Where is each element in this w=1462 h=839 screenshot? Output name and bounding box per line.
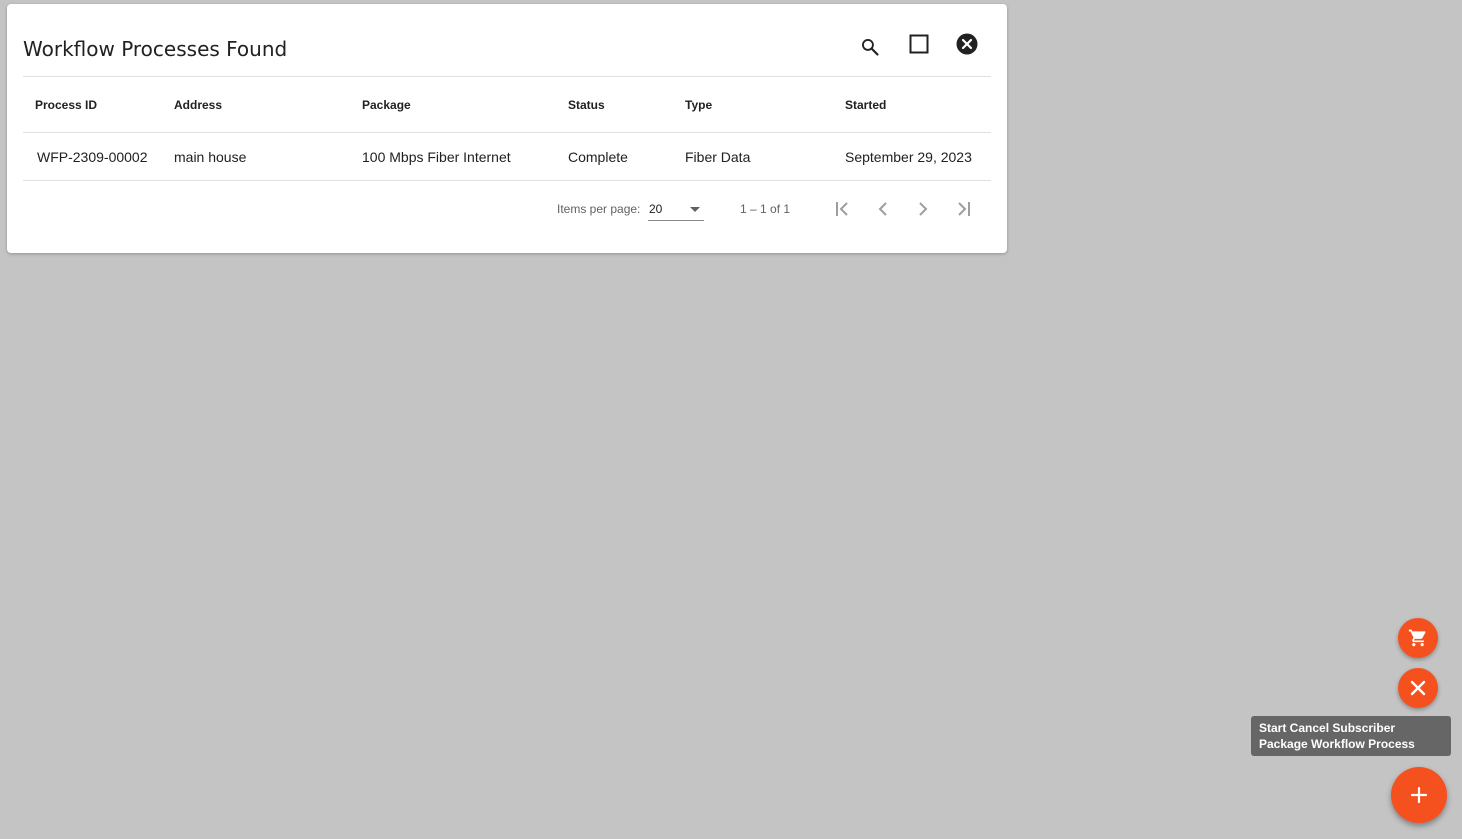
cart-icon bbox=[1408, 629, 1426, 647]
first-page-icon bbox=[836, 202, 848, 216]
tooltip-line-1: Start Cancel Subscriber bbox=[1259, 721, 1396, 735]
plus-icon bbox=[1410, 786, 1428, 804]
cell-process-id: WFP-2309-00002 bbox=[23, 132, 174, 181]
items-per-page-value: 20 bbox=[649, 202, 663, 216]
items-per-page-label: Items per page: bbox=[557, 202, 641, 216]
close-circle-icon bbox=[956, 33, 978, 55]
search-icon bbox=[862, 39, 879, 56]
range-label: 1 – 1 of 1 bbox=[740, 202, 791, 216]
dropdown-arrow-icon bbox=[690, 207, 700, 212]
last-page-icon bbox=[958, 202, 970, 216]
column-header-address[interactable]: Address bbox=[174, 77, 362, 133]
workflow-processes-panel: Workflow Processes Found Process ID Addr… bbox=[7, 4, 1007, 253]
column-header-status[interactable]: Status bbox=[568, 77, 685, 133]
cart-action-button[interactable] bbox=[1398, 618, 1438, 658]
next-page-icon bbox=[919, 202, 928, 216]
search-button[interactable] bbox=[854, 31, 886, 63]
next-page-button[interactable] bbox=[910, 196, 936, 222]
processes-table: Process ID Address Package Status Type S… bbox=[23, 77, 991, 181]
cell-started: September 29, 2023 bbox=[845, 132, 991, 181]
maximize-icon bbox=[909, 34, 929, 54]
cell-package: 100 Mbps Fiber Internet bbox=[362, 132, 568, 181]
fab-tooltip: Start Cancel Subscriber Package Workflow… bbox=[1251, 716, 1451, 756]
column-header-type[interactable]: Type bbox=[685, 77, 845, 133]
first-page-button[interactable] bbox=[830, 196, 856, 222]
cancel-action-button[interactable] bbox=[1398, 668, 1438, 708]
last-page-button[interactable] bbox=[950, 196, 976, 222]
cell-address: main house bbox=[174, 132, 362, 181]
column-header-process-id[interactable]: Process ID bbox=[23, 77, 174, 133]
table-header-row: Process ID Address Package Status Type S… bbox=[23, 77, 991, 133]
cell-status: Complete bbox=[568, 132, 685, 181]
panel-title: Workflow Processes Found bbox=[23, 37, 288, 61]
tooltip-line-2: Package Workflow Process bbox=[1259, 737, 1415, 751]
close-icon bbox=[1410, 680, 1426, 696]
paginator: Items per page: 20 1 – 1 of 1 bbox=[7, 196, 1007, 222]
add-workflow-fab[interactable] bbox=[1391, 767, 1447, 823]
previous-page-icon bbox=[878, 202, 887, 216]
column-header-started[interactable]: Started bbox=[845, 77, 991, 133]
cell-type: Fiber Data bbox=[685, 132, 845, 181]
column-header-package[interactable]: Package bbox=[362, 77, 568, 133]
previous-page-button[interactable] bbox=[870, 196, 896, 222]
maximize-button[interactable] bbox=[903, 28, 935, 60]
table-row[interactable]: WFP-2309-00002 main house 100 Mbps Fiber… bbox=[23, 132, 991, 181]
items-per-page-select[interactable]: 20 bbox=[648, 198, 704, 221]
close-panel-button[interactable] bbox=[951, 28, 983, 60]
